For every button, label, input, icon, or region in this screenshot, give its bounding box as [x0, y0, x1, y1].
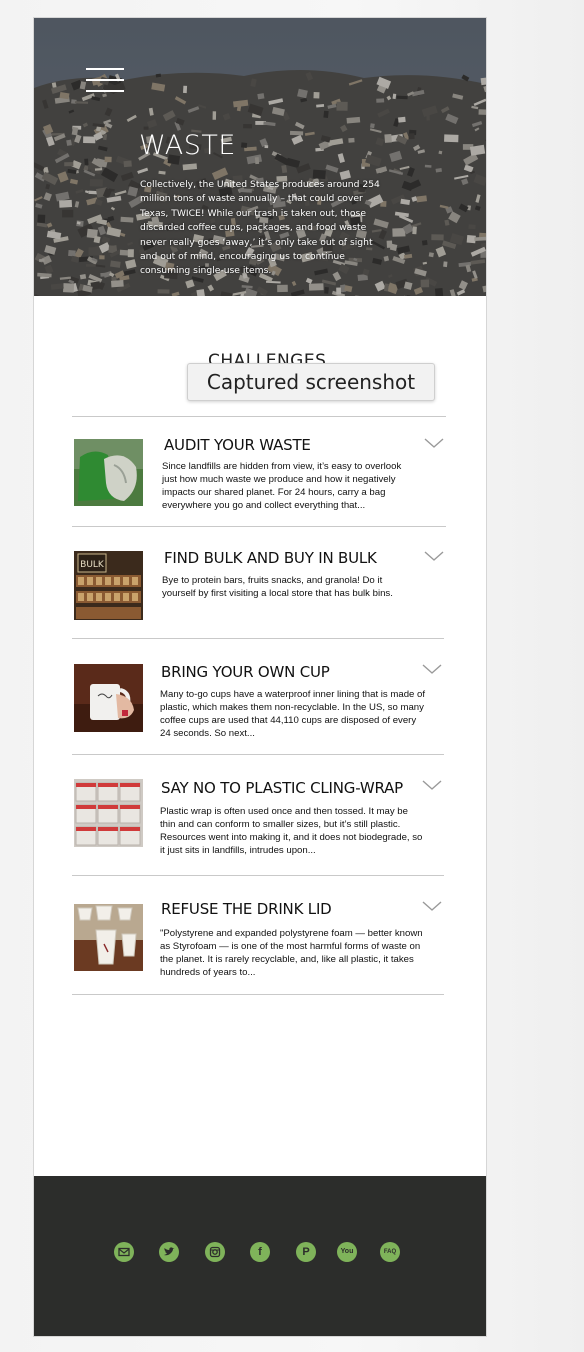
challenge-description: Bye to protein bars, fruits snacks, and …	[162, 575, 393, 599]
divider	[72, 754, 444, 755]
divider	[72, 526, 446, 527]
footer: f P You FAQ	[34, 1176, 486, 1336]
divider	[72, 994, 444, 995]
paper-cups-photo	[74, 904, 143, 971]
youtube-glyph: You	[340, 1248, 354, 1255]
challenge-title[interactable]: SAY NO TO PLASTIC CLING-WRAP	[161, 779, 403, 797]
facebook-glyph: f	[258, 1246, 262, 1258]
challenge-description: "Polystyrene and expanded polystyrene fo…	[160, 928, 423, 978]
divider	[72, 416, 446, 417]
mug-photo	[74, 664, 143, 732]
mobile-page: WASTE Collectively, the United States pr…	[34, 18, 486, 1336]
hamburger-menu-icon[interactable]	[86, 68, 124, 94]
instagram-icon[interactable]	[205, 1242, 225, 1262]
pinterest-icon[interactable]: P	[296, 1242, 316, 1262]
bulk-store-photo: BULK	[74, 551, 143, 620]
facebook-icon[interactable]: f	[250, 1242, 270, 1262]
challenge-description: Since landfills are hidden from view, it…	[162, 461, 402, 511]
faq-icon[interactable]: FAQ	[380, 1242, 400, 1262]
green-bag-photo	[74, 439, 143, 506]
chevron-down-icon[interactable]	[422, 780, 442, 792]
chevron-down-icon[interactable]	[424, 438, 444, 450]
challenge-description: Plastic wrap is often used once and then…	[160, 806, 423, 856]
bulk-sign-text: BULK	[80, 560, 105, 570]
chevron-down-icon[interactable]	[422, 664, 442, 676]
twitter-icon[interactable]	[159, 1242, 179, 1262]
chevron-down-icon[interactable]	[422, 901, 442, 913]
pinterest-glyph: P	[302, 1246, 310, 1258]
challenge-title[interactable]: FIND BULK AND BUY IN BULK	[164, 549, 377, 567]
challenge-title[interactable]: REFUSE THE DRINK LID	[161, 900, 332, 918]
youtube-icon[interactable]: You	[337, 1242, 357, 1262]
hero-title: WASTE	[139, 130, 236, 161]
screenshot-tooltip: Captured screenshot	[187, 363, 435, 401]
challenge-title[interactable]: AUDIT YOUR WASTE	[164, 436, 311, 454]
chevron-down-icon[interactable]	[424, 551, 444, 563]
hero-description: Collectively, the United States produces…	[140, 179, 380, 277]
hero-banner: WASTE Collectively, the United States pr…	[34, 18, 486, 296]
divider	[72, 638, 444, 639]
challenge-description: Many to-go cups have a waterproof inner …	[160, 689, 426, 739]
email-icon[interactable]	[114, 1242, 134, 1262]
divider	[72, 875, 444, 876]
challenge-title[interactable]: BRING YOUR OWN CUP	[161, 663, 330, 681]
faq-glyph: FAQ	[383, 1249, 397, 1255]
containers-photo	[74, 779, 143, 847]
